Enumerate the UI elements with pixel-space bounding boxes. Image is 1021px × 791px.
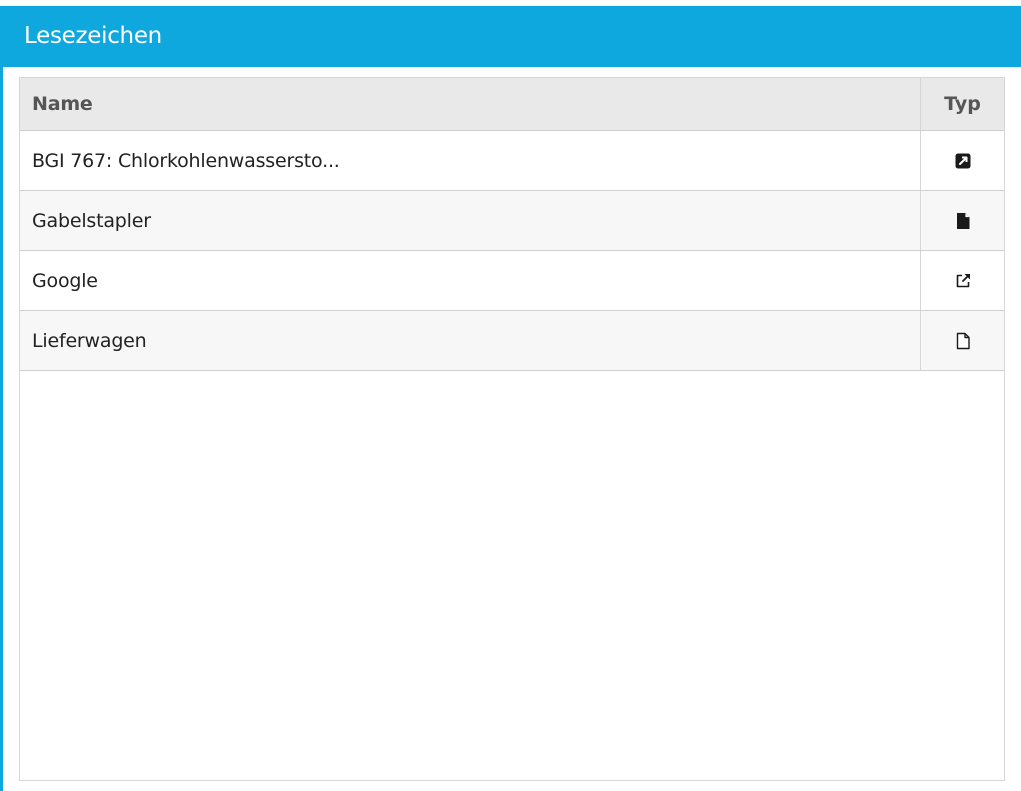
- bookmark-name[interactable]: Google: [20, 251, 921, 310]
- table-row[interactable]: Google: [20, 251, 1004, 311]
- type-cell: [921, 311, 1004, 370]
- shortcut-link-icon: [955, 153, 970, 168]
- type-cell: [921, 131, 1004, 190]
- table-row[interactable]: Lieferwagen: [20, 311, 1004, 371]
- document-outline-icon: [956, 332, 970, 349]
- bookmark-name[interactable]: BGI 767: Chlorkohlenwassersto...: [20, 131, 921, 190]
- table-header-row: Name Typ: [20, 78, 1004, 131]
- table-row[interactable]: BGI 767: Chlorkohlenwassersto...: [20, 131, 1004, 191]
- external-link-icon: [956, 273, 970, 287]
- document-filled-icon: [956, 212, 969, 229]
- panel-title: Lesezeichen: [0, 6, 1021, 67]
- type-cell: [921, 251, 1004, 310]
- bookmarks-table: Name Typ BGI 767: Chlorkohlenwassersto..…: [19, 77, 1005, 781]
- table-row[interactable]: Gabelstapler: [20, 191, 1004, 251]
- column-header-type[interactable]: Typ: [921, 78, 1004, 130]
- column-header-name[interactable]: Name: [20, 78, 921, 130]
- bookmark-name[interactable]: Lieferwagen: [20, 311, 921, 370]
- type-cell: [921, 191, 1004, 250]
- bookmark-name[interactable]: Gabelstapler: [20, 191, 921, 250]
- bookmarks-panel: Lesezeichen Name Typ BGI 767: Chlorkohle…: [0, 6, 1021, 791]
